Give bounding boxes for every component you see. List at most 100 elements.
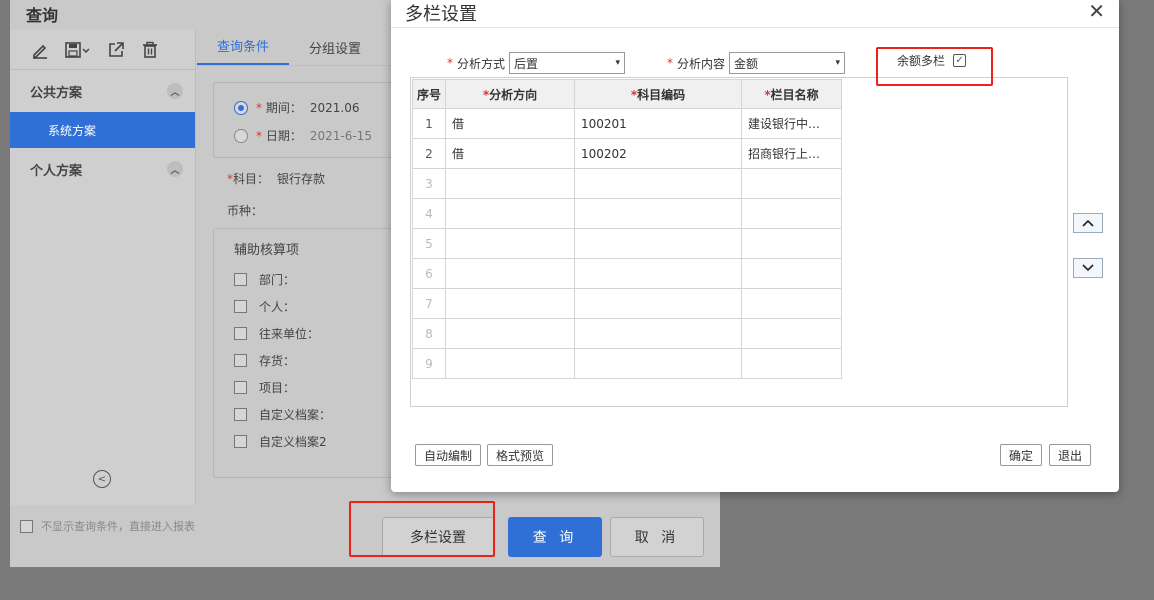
aux-item-label: 往来单位： [259,327,320,341]
query-button[interactable]: 查 询 [508,517,602,557]
analysis-content-select[interactable]: 金额 ▾ [729,52,846,74]
delete-icon[interactable] [140,40,160,60]
row-column-name[interactable] [741,198,842,229]
table-row[interactable]: 2 借 100202 招商银行上… [412,138,842,169]
collapse-left-icon[interactable]: < [93,470,111,488]
header-direction-label: 分析方向 [489,87,538,102]
dialog-title: 多栏设置 [405,4,477,25]
row-column-name[interactable] [741,288,842,319]
period-radio-row[interactable]: * 期间： 2021.06 [234,99,359,116]
plan-group-personal-label: 个人方案 [30,163,83,179]
row-code[interactable]: 100201 [574,108,742,139]
row-column-name[interactable] [741,228,842,259]
table-row[interactable]: 5 [412,228,842,259]
row-direction[interactable]: 借 [445,138,575,169]
checkbox[interactable] [234,381,247,394]
row-direction[interactable] [445,288,575,319]
table-row[interactable]: 9 [412,348,842,379]
checkbox[interactable] [234,273,247,286]
row-code[interactable]: 100202 [574,138,742,169]
auto-compile-button[interactable]: 自动编制 [415,444,482,466]
aux-item-inventory[interactable]: 存货： [234,352,295,369]
plan-item-system[interactable]: 系统方案 [10,112,195,148]
subject-label: 科目： [233,172,270,186]
aux-item-custom-2[interactable]: 自定义档案2 [234,433,327,450]
row-column-name[interactable] [741,318,842,349]
row-index: 7 [412,288,446,319]
row-direction[interactable] [445,258,575,289]
plan-group-public[interactable]: 公共方案 ︿ [10,70,195,112]
date-radio[interactable] [234,128,248,143]
tab-query-conditions[interactable]: 查询条件 [197,36,290,65]
table-row[interactable]: 7 [412,288,842,319]
plan-group-personal[interactable]: 个人方案 ︿ [10,148,195,190]
row-code[interactable] [574,318,742,349]
header-index: 序号 [412,79,446,109]
row-direction[interactable] [445,228,575,259]
balance-multi-label: 余额多栏 [897,54,946,68]
checkbox[interactable] [234,300,247,313]
row-direction[interactable]: 借 [445,108,575,139]
row-column-name[interactable] [741,168,842,199]
move-down-icon[interactable] [1073,258,1103,278]
row-code[interactable] [574,198,742,229]
close-icon[interactable]: ✕ [1088,0,1105,22]
aux-item-project[interactable]: 项目： [234,379,295,396]
exit-button[interactable]: 退出 [1049,444,1092,466]
aux-item-custom[interactable]: 自定义档案： [234,406,331,423]
analysis-method-select[interactable]: 后置 ▾ [509,52,626,74]
row-code[interactable] [574,348,742,379]
row-code[interactable] [574,258,742,289]
chevron-up-icon[interactable]: ︿ [167,83,183,99]
ok-button[interactable]: 确定 [1000,444,1043,466]
table-header-row: 序号 *分析方向 *科目编码 *栏目名称 [412,79,842,109]
format-preview-button[interactable]: 格式预览 [487,444,554,466]
date-radio-row[interactable]: * 日期： 2021-6-15 [234,127,372,144]
aux-item-person[interactable]: 个人： [234,298,295,315]
row-direction[interactable] [445,318,575,349]
subject-row[interactable]: *科目： 银行存款 [227,170,325,187]
query-window-title: 查询 [26,6,59,25]
row-direction[interactable] [445,198,575,229]
export-icon[interactable] [106,40,126,60]
chevron-up-icon[interactable]: ︿ [167,161,183,177]
table-row[interactable]: 3 [412,168,842,199]
row-column-name[interactable]: 招商银行上… [741,138,842,169]
table-row[interactable]: 4 [412,198,842,229]
row-index: 2 [412,138,446,169]
checkbox[interactable] [234,408,247,421]
row-column-name[interactable]: 建设银行中… [741,108,842,139]
checkbox[interactable] [20,519,33,533]
row-code[interactable] [574,228,742,259]
table-row[interactable]: 1 借 100201 建设银行中… [412,108,842,139]
cancel-button[interactable]: 取 消 [610,517,704,557]
skip-conditions-option[interactable]: 不显示查询条件，直接进入报表 [20,518,195,534]
move-up-icon[interactable] [1073,213,1103,233]
multi-column-settings-button[interactable]: 多栏设置 [382,517,494,557]
table-row[interactable]: 8 [412,318,842,349]
row-direction[interactable] [445,168,575,199]
aux-item-label: 自定义档案： [259,408,332,422]
row-code[interactable] [574,168,742,199]
period-box: * 期间： 2021.06 * 日期： 2021-6-15 [213,82,413,158]
row-column-name[interactable] [741,258,842,289]
checkbox[interactable] [234,354,247,367]
column-grid: 序号 *分析方向 *科目编码 *栏目名称 1 借 100201 建设银行中… 2 借 100… [410,77,1068,407]
row-column-name[interactable] [741,348,842,379]
checkbox[interactable] [234,435,247,448]
edit-icon[interactable] [30,40,50,60]
aux-item-partner[interactable]: 往来单位： [234,325,319,342]
table-row[interactable]: 6 [412,258,842,289]
aux-item-label: 个人： [259,300,296,314]
row-code[interactable] [574,288,742,319]
row-direction[interactable] [445,348,575,379]
tab-group-settings[interactable]: 分组设置 [289,38,381,65]
balance-multi-field[interactable]: 余额多栏 ✓ [897,52,967,69]
period-radio[interactable] [234,100,248,115]
aux-accounting-box: 辅助核算项 部门： 个人： 往来单位： 存货： 项目： 自定义档案： 自定义档案… [213,228,413,478]
balance-multi-checkbox[interactable]: ✓ [953,54,967,67]
currency-row[interactable]: 币种： [227,202,263,219]
aux-item-department[interactable]: 部门： [234,271,295,288]
checkbox[interactable] [234,327,247,340]
save-icon[interactable] [64,40,92,60]
